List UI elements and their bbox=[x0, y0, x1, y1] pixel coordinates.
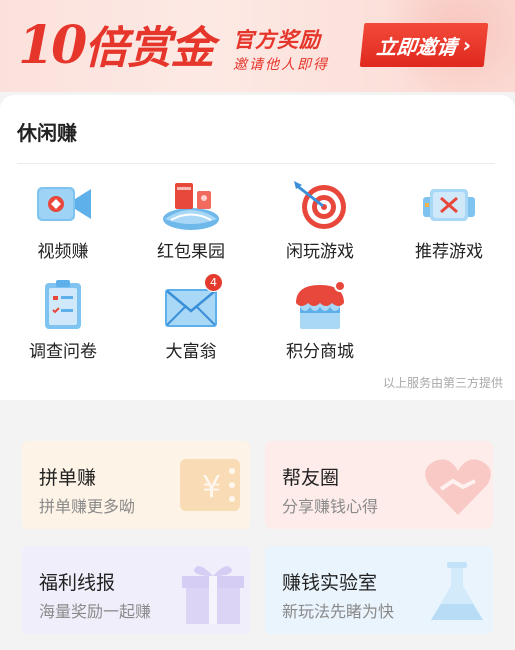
tile-title: 福利线报 bbox=[39, 572, 116, 594]
target-icon bbox=[290, 179, 350, 231]
third-party-note: 以上服务由第三方提供 bbox=[382, 376, 503, 390]
section-title: 休闲赚 bbox=[17, 121, 77, 145]
notification-badge: 4 bbox=[204, 273, 223, 292]
grid-item-label: 推荐游戏 bbox=[415, 242, 483, 262]
banner-official-reward: 官方奖励 bbox=[233, 28, 321, 52]
svg-text:¥: ¥ bbox=[202, 470, 221, 505]
tile-title: 拼单赚 bbox=[39, 467, 97, 489]
red-envelope-orchard-icon bbox=[161, 179, 221, 231]
tile-subtitle: 新玩法先睹为快 bbox=[282, 602, 395, 621]
chevron-right-icon: › bbox=[461, 33, 473, 57]
heart-handshake-icon bbox=[423, 455, 493, 521]
grid-item-recommended-games[interactable]: 推荐游戏 bbox=[389, 179, 509, 271]
tile-money-lab[interactable]: 赚钱实验室 新玩法先睹为快 bbox=[265, 546, 493, 634]
tile-group-buy[interactable]: 拼单赚 拼单赚更多呦 ¥ bbox=[22, 441, 250, 529]
gamepad-icon bbox=[419, 179, 479, 231]
tile-subtitle: 拼单赚更多呦 bbox=[39, 497, 136, 516]
banner-headline: 10倍赏金 bbox=[18, 15, 214, 76]
grid-item-label: 视频赚 bbox=[37, 242, 89, 262]
grid-item-casual-games[interactable]: 闲玩游戏 bbox=[260, 179, 380, 271]
casual-earn-card: 休闲赚 视频赚 红包果园 闲玩游戏 推荐游戏 调查问卷 4 大富翁 积分商城 以… bbox=[0, 95, 515, 400]
divider bbox=[17, 163, 495, 164]
tile-title: 帮友圈 bbox=[282, 467, 340, 489]
grid-item-monopoly[interactable]: 4 大富翁 bbox=[131, 273, 251, 371]
banner-invite-hint: 邀请他人即得 bbox=[233, 57, 329, 73]
tile-title: 赚钱实验室 bbox=[282, 572, 378, 594]
grid-item-red-envelope-orchard[interactable]: 红包果园 bbox=[131, 179, 251, 271]
grid-item-label: 闲玩游戏 bbox=[286, 242, 354, 262]
grid-item-label: 积分商城 bbox=[286, 342, 354, 362]
flask-icon bbox=[423, 560, 493, 626]
grid-item-label: 大富翁 bbox=[165, 342, 217, 362]
gift-icon bbox=[180, 560, 250, 626]
clipboard-icon bbox=[33, 279, 93, 331]
tile-subtitle: 海量奖励一起赚 bbox=[39, 602, 152, 621]
invite-banner[interactable]: 10倍赏金 官方奖励 邀请他人即得 立即邀请 › bbox=[0, 0, 515, 92]
envelope-icon: 4 bbox=[161, 273, 223, 331]
grid-item-label: 红包果园 bbox=[157, 242, 225, 262]
grid-item-label: 调查问卷 bbox=[29, 342, 97, 362]
video-camera-icon bbox=[33, 179, 93, 231]
grid-item-video-earn[interactable]: 视频赚 bbox=[3, 179, 123, 271]
shop-icon bbox=[290, 279, 350, 331]
tile-friends-circle[interactable]: 帮友圈 分享赚钱心得 bbox=[265, 441, 493, 529]
grid-item-points-mall[interactable]: 积分商城 bbox=[260, 279, 380, 371]
invite-now-label: 立即邀请 bbox=[375, 34, 458, 59]
tile-subtitle: 分享赚钱心得 bbox=[282, 497, 379, 516]
tile-welfare-news[interactable]: 福利线报 海量奖励一起赚 bbox=[22, 546, 250, 634]
yen-ticket-icon: ¥ bbox=[180, 455, 250, 521]
invite-now-button[interactable]: 立即邀请 › bbox=[359, 23, 489, 67]
grid-item-survey[interactable]: 调查问卷 bbox=[3, 279, 123, 371]
